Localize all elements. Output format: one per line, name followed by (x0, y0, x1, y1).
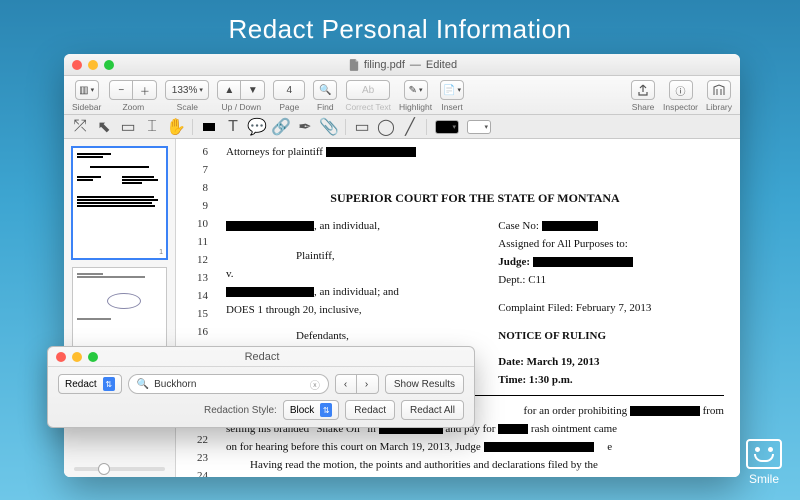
rectangle-shape-icon[interactable]: ▭ (354, 119, 370, 135)
stroke-color-picker[interactable]: ▾ (435, 120, 459, 134)
panel-close-icon[interactable] (56, 352, 66, 362)
redaction-mark (326, 147, 416, 157)
document-icon (349, 59, 359, 71)
redact-mode-select[interactable]: Redact⇅ (58, 374, 122, 394)
updown-label: Up / Down (221, 102, 261, 112)
share-label: Share (632, 102, 655, 112)
window-controls (72, 60, 114, 70)
redact-panel: Redact Redact⇅ 🔍 Buckhorn ⓧ ‹ › Show Res… (47, 346, 475, 428)
panel-minimize-icon[interactable] (72, 352, 82, 362)
window-title: filing.pdf — Edited (114, 59, 692, 71)
next-result-button[interactable]: › (357, 374, 379, 394)
find-label: Find (317, 102, 334, 112)
panel-zoom-icon[interactable] (88, 352, 98, 362)
scale-button[interactable]: 133%▾ (165, 80, 209, 100)
hero-title: Redact Personal Information (0, 0, 800, 55)
titlebar: filing.pdf — Edited (64, 54, 740, 76)
line-shape-icon[interactable]: ╱ (402, 119, 418, 135)
insert-label: Insert (441, 102, 462, 112)
redact-all-button[interactable]: Redact All (401, 400, 464, 420)
inspector-button[interactable]: ⓘ (669, 80, 693, 100)
library-button[interactable] (707, 80, 731, 100)
redaction-style-select[interactable]: Block⇅ (283, 400, 339, 420)
document-status: Edited (426, 59, 457, 71)
ellipse-shape-icon[interactable]: ◯ (378, 119, 394, 135)
select-tool-icon[interactable]: ▭ (120, 119, 136, 135)
page-down-button[interactable]: ▼ (241, 80, 265, 100)
main-toolbar: ▥▾ Sidebar − ＋ Zoom 133%▾ Scale ▲ ▼ Up /… (64, 76, 740, 115)
court-name: SUPERIOR COURT FOR THE STATE OF MONTANA (226, 189, 724, 207)
library-label: Library (706, 102, 732, 112)
sidebar-toggle-button[interactable]: ▥▾ (75, 80, 99, 100)
highlight-label: Highlight (399, 102, 432, 112)
format-toolbar: ⤱ ⬉ ▭ ⌶ ✋ T 💬 🔗 ✒︎ 📎 ▭ ◯ ╱ ▾ ▾ (64, 115, 740, 139)
share-button[interactable] (631, 80, 655, 100)
document-name: filing.pdf (364, 59, 405, 71)
thumbnail-size-slider[interactable] (74, 467, 165, 471)
page-label: Page (279, 102, 299, 112)
text-select-tool-icon[interactable]: ⌶ (144, 119, 160, 135)
hand-tool-icon[interactable]: ✋ (168, 119, 184, 135)
minimize-icon[interactable] (88, 60, 98, 70)
zoom-out-button[interactable]: − (109, 80, 133, 100)
fill-color-picker[interactable]: ▾ (467, 120, 491, 134)
text-tool-icon[interactable]: T (225, 119, 241, 135)
brand-logo: Smile (746, 439, 782, 486)
panel-title: Redact (245, 351, 280, 363)
inspector-label: Inspector (663, 102, 698, 112)
attachment-tool-icon[interactable]: 📎 (321, 119, 337, 135)
correct-text-button[interactable]: Ab (346, 80, 390, 100)
close-icon[interactable] (72, 60, 82, 70)
redact-search-input[interactable]: 🔍 Buckhorn ⓧ (128, 374, 329, 394)
prev-result-button[interactable]: ‹ (335, 374, 357, 394)
select-left-tool-icon[interactable]: ⤱ (72, 119, 88, 135)
zoom-icon[interactable] (104, 60, 114, 70)
zoom-label: Zoom (122, 102, 144, 112)
link-tool-icon[interactable]: 🔗 (273, 119, 289, 135)
search-icon: 🔍 (137, 379, 149, 390)
signature-tool-icon[interactable]: ✒︎ (297, 119, 313, 135)
find-button[interactable]: 🔍 (313, 80, 337, 100)
highlight-button[interactable]: ✎▾ (404, 80, 428, 100)
redact-button[interactable]: Redact (345, 400, 395, 420)
page-up-button[interactable]: ▲ (217, 80, 241, 100)
scale-label: Scale (177, 102, 198, 112)
clear-search-icon[interactable]: ⓧ (310, 377, 320, 392)
redact-tool-icon[interactable] (201, 119, 217, 135)
note-tool-icon[interactable]: 💬 (249, 119, 265, 135)
pointer-tool-icon[interactable]: ⬉ (96, 119, 112, 135)
sidebar-label: Sidebar (72, 102, 101, 112)
insert-button[interactable]: 📄▾ (440, 80, 464, 100)
redaction-style-label: Redaction Style: (204, 405, 277, 416)
page-number-field[interactable]: 4 (273, 80, 305, 100)
show-results-button[interactable]: Show Results (385, 374, 464, 394)
page-thumbnail-1[interactable]: 1 (72, 147, 167, 259)
zoom-in-button[interactable]: ＋ (133, 80, 157, 100)
correct-label: Correct Text (345, 102, 391, 112)
